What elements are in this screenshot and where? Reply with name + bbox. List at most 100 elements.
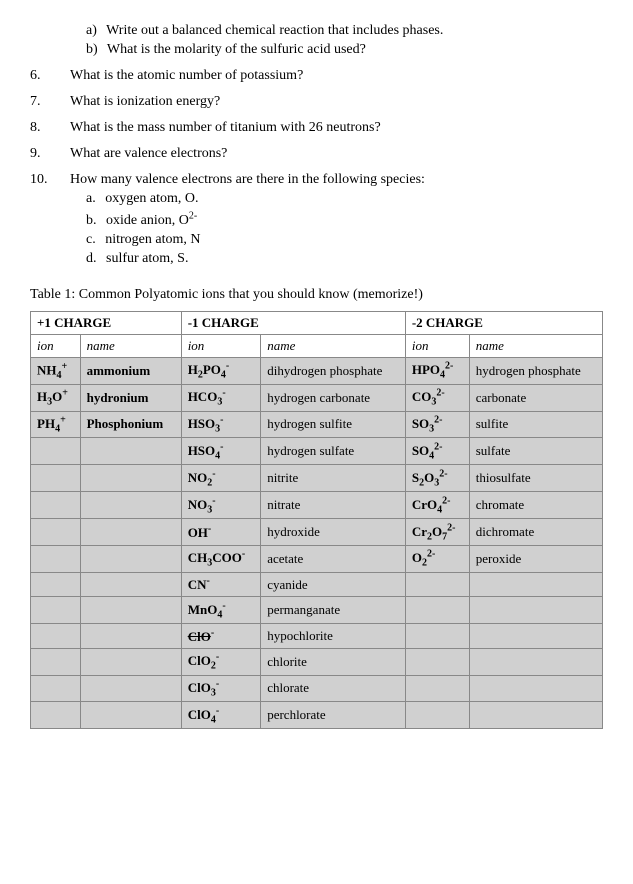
question-text-ab: a) Write out a balanced chemical reactio… [70,20,603,58]
name-ammonium: ammonium [80,357,181,384]
table-header-row: +1 CHARGE -1 CHARGE -2 CHARGE [31,311,603,334]
name-dichromate: dichromate [469,519,602,546]
name-hydrogen-phosphate: hydrogen phosphate [469,357,602,384]
ion-co3: CO32- [405,384,469,411]
sub-item-b: b) What is the molarity of the sulfuric … [86,42,603,58]
ion-ph4: PH4+ [31,411,81,438]
ion-hpo4: HPO42- [405,357,469,384]
ion-nh4: NH4+ [31,357,81,384]
empty-6b [80,573,181,597]
ion-hco3: HCO3- [181,384,261,411]
name-chromate: chromate [469,492,602,519]
name-hypochlorite: hypochlorite [261,624,406,648]
table-row: ClO4- perchlorate [31,702,603,729]
sub-item-10b: b. oxide anion, O2- [86,210,603,229]
question-6: 6. What is the atomic number of potassiu… [30,68,603,84]
ion-clo: ClO- [181,624,261,648]
question-8: 8. What is the mass number of titanium w… [30,120,603,136]
question-text-9: What are valence electrons? [70,146,603,162]
empty-4a [31,519,81,546]
ion-so3: SO32- [405,411,469,438]
name-phosphonium: Phosphonium [80,411,181,438]
table-row: CN- cyanide [31,573,603,597]
ion-no2: NO2- [181,465,261,492]
col-name-1: name [80,334,181,357]
ion-hso4: HSO4- [181,438,261,465]
question-text-7: What is ionization energy? [70,94,603,110]
sub-item-10a: a. oxygen atom, O. [86,191,603,207]
table-row: CH3COO- acetate O22- peroxide [31,546,603,573]
empty-11c [405,702,469,729]
name-hydrogen-carbonate: hydrogen carbonate [261,384,406,411]
ion-no3: NO3- [181,492,261,519]
empty-2a [31,465,81,492]
empty-7d [469,597,602,624]
sub-text-10a: oxygen atom, O. [105,191,198,206]
empty-6a [31,573,81,597]
empty-8a [31,624,81,648]
question-num-6: 6. [30,68,70,84]
name-thiosulfate: thiosulfate [469,465,602,492]
question-9: 9. What are valence electrons? [30,146,603,162]
empty-7b [80,597,181,624]
sub-label-10a: a. [86,191,96,206]
ion-clo2: ClO2- [181,648,261,675]
table-row: HSO4- hydrogen sulfate SO42- sulfate [31,438,603,465]
col-name-3: name [469,334,602,357]
table-row: MnO4- permanganate [31,597,603,624]
question-num-8: 8. [30,120,70,136]
name-dihydrogen-phosphate: dihydrogen phosphate [261,357,406,384]
ion-mno4: MnO4- [181,597,261,624]
header-minus1: -1 CHARGE [181,311,405,334]
empty-11a [31,702,81,729]
ion-s2o3: S2O32- [405,465,469,492]
question-ab: a) Write out a balanced chemical reactio… [30,20,603,58]
sub-label-10c: c. [86,232,96,247]
empty-9c [405,648,469,675]
name-permanganate: permanganate [261,597,406,624]
empty-8b [80,624,181,648]
name-peroxide: peroxide [469,546,602,573]
question-num-10: 10. [30,172,70,188]
ion-clo3: ClO3- [181,675,261,702]
question-text-6: What is the atomic number of potassium? [70,68,603,84]
table-row: ClO3- chlorate [31,675,603,702]
col-name-2: name [261,334,406,357]
name-hydrogen-sulfate: hydrogen sulfate [261,438,406,465]
header-minus2: -2 CHARGE [405,311,602,334]
table-row: ClO2- chlorite [31,648,603,675]
sub-text-a: Write out a balanced chemical reaction t… [106,23,443,38]
name-cyanide: cyanide [261,573,406,597]
name-chlorite: chlorite [261,648,406,675]
table-row: H3O+ hydronium HCO3- hydrogen carbonate … [31,384,603,411]
col-ion-2: ion [181,334,261,357]
question-num-7: 7. [30,94,70,110]
name-sulfite: sulfite [469,411,602,438]
empty-9d [469,648,602,675]
ion-cr2o7: Cr2O72- [405,519,469,546]
empty-6d [469,573,602,597]
name-sulfate: sulfate [469,438,602,465]
name-hydrogen-sulfite: hydrogen sulfite [261,411,406,438]
empty-10a [31,675,81,702]
empty-3b [80,492,181,519]
name-hydronium: hydronium [80,384,181,411]
empty-11b [80,702,181,729]
empty-11d [469,702,602,729]
ion-o2: O22- [405,546,469,573]
empty-8d [469,624,602,648]
ion-so4: SO42- [405,438,469,465]
ion-hso3: HSO3- [181,411,261,438]
name-chlorate: chlorate [261,675,406,702]
empty-8c [405,624,469,648]
empty-9a [31,648,81,675]
empty-10b [80,675,181,702]
sub-text-10b: oxide anion, O2- [106,213,197,228]
sub-text-b: What is the molarity of the sulfuric aci… [107,42,366,57]
ion-h3o: H3O+ [31,384,81,411]
sub-item-10d: d. sulfur atom, S. [86,251,603,267]
table-row: ClO- hypochlorite [31,624,603,648]
table-row: OH- hydroxide Cr2O72- dichromate [31,519,603,546]
name-hydroxide: hydroxide [261,519,406,546]
empty-1b [80,438,181,465]
